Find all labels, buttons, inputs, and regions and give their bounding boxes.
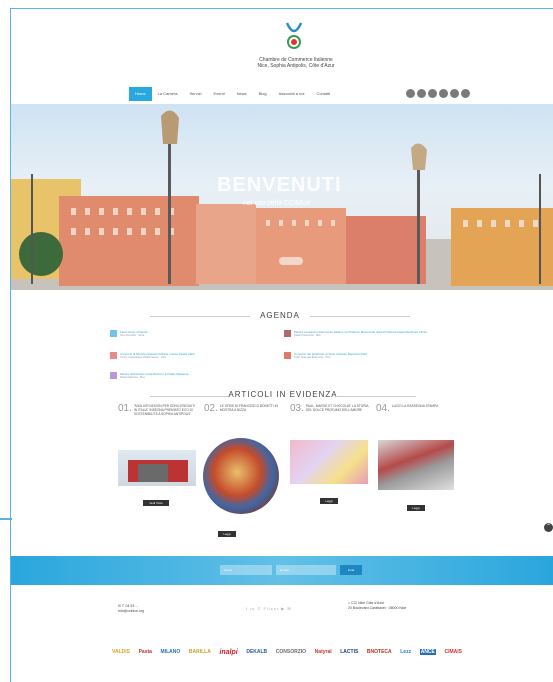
agenda-item[interactable]: Concerto di Musica Classica Italiana pre…	[110, 352, 260, 360]
article-card[interactable]: 04. LUCIO LA RASSEGNA STAMPA	[376, 404, 456, 414]
header-social	[406, 89, 470, 98]
newsletter-name-input[interactable]: Nome	[220, 565, 272, 575]
agenda-title: AGENDA	[260, 311, 300, 320]
articles-rule-left	[150, 396, 230, 397]
agenda-rule-left	[150, 316, 250, 317]
main-nav: Home La Camera Servizi Eventi News Blog …	[129, 87, 369, 101]
agenda-item[interactable]: Mostra Leopardi il Patrimonio Italiano n…	[284, 330, 434, 338]
agenda-rule-right	[310, 316, 410, 317]
agenda-item-meta: Centre Universitaire Méditerranéen · Nic…	[120, 356, 167, 359]
read-more-button[interactable]: Leggi	[407, 505, 425, 511]
footer-phone: T. 04 93 ...	[121, 604, 139, 608]
sponsor-logo[interactable]: Natyral	[315, 649, 332, 655]
agenda-item[interactable]: Fiera Verso il Mondo Nice Acropolis · Niz…	[110, 330, 260, 338]
article-card[interactable]: 02. LE SFIDE DI FRANCESCO BONETTI IN MOS…	[204, 404, 284, 414]
scroll-top-icon[interactable]: ⌃	[544, 523, 553, 532]
agenda-item-meta: CUM, Quai des États-Unis · Nice	[294, 356, 331, 359]
article-number: 03.	[290, 403, 304, 414]
agenda-item-meta: Palais Masséna · Nice	[120, 376, 145, 379]
agenda-item[interactable]: Concerto del Quartetto di Cielo di Reste…	[284, 352, 434, 360]
sponsor-logo[interactable]: DEKALB	[246, 649, 267, 655]
sponsor-logo[interactable]: MILANO	[161, 649, 181, 655]
footer-contact: ✉ T. 04 93 ... info@ccinice.org	[118, 604, 144, 614]
site-header: Chambre de Commerce Italienne Nice, Soph…	[11, 9, 553, 110]
calendar-icon	[110, 330, 117, 337]
sponsor-logo[interactable]: CIMAIS	[444, 649, 462, 655]
article-number: 01.	[118, 403, 132, 414]
view-all-button[interactable]: Vedi Tutto	[143, 500, 169, 506]
sponsor-logo[interactable]: LACTIS	[340, 649, 358, 655]
article-card[interactable]: 01. "MIGLIOR DESIGN PER SONO ESEGUITI IN…	[118, 403, 198, 417]
calendar-icon	[110, 352, 117, 359]
hero-slider: BENVENUTI nel sito della CCIMice	[11, 104, 553, 290]
nav-blog[interactable]: Blog	[253, 87, 273, 101]
facebook-icon[interactable]	[406, 89, 415, 98]
footer-social-links[interactable]: f in © Flickr ▶ ✉	[246, 606, 292, 611]
footer-address-title: CCI Nice Côte d'Azur	[351, 601, 385, 605]
chamber-logo-icon[interactable]	[281, 21, 307, 53]
linkedin-icon[interactable]	[428, 89, 437, 98]
newsletter-submit-button[interactable]: Invia	[340, 565, 362, 575]
brand-name: Chambre de Commerce Italienne Nice, Soph…	[241, 57, 351, 69]
sponsor-logo[interactable]: Pasta	[139, 649, 152, 655]
googleplus-icon[interactable]	[439, 89, 448, 98]
article-image[interactable]	[203, 438, 279, 514]
sponsor-logo[interactable]: Lezz	[400, 649, 411, 655]
nav-contatti[interactable]: Contatti	[310, 87, 336, 101]
articles-title: ARTICOLI IN EVIDENZA	[228, 390, 338, 399]
article-number: 04.	[376, 403, 390, 414]
sponsor-logo[interactable]: CONSORZIO	[276, 649, 306, 655]
read-more-button[interactable]: Leggi	[218, 531, 236, 537]
articles-rule-right	[336, 396, 416, 397]
nav-la-camera[interactable]: La Camera	[152, 87, 184, 101]
sponsor-logo[interactable]: BARILLA	[189, 649, 211, 655]
article-number: 02.	[204, 403, 218, 414]
calendar-icon	[284, 352, 291, 359]
nav-eventi[interactable]: Eventi	[207, 87, 230, 101]
sponsor-logo[interactable]: ANCE	[419, 649, 436, 655]
read-more-button[interactable]: Leggi	[320, 498, 338, 504]
youtube-icon[interactable]	[450, 89, 459, 98]
nav-servizi[interactable]: Servizi	[183, 87, 207, 101]
agenda-item-meta: Palais Préfectoral · Nice	[294, 334, 321, 337]
article-card[interactable]: 03. PAUL, MARGE ET CHOCOLAT: LA STORIA D…	[290, 404, 370, 414]
agenda-item-meta: Nice Acropolis · Nizza	[120, 334, 145, 337]
rss-icon[interactable]	[461, 89, 470, 98]
nav-home[interactable]: Home	[129, 87, 152, 101]
sponsor-logo[interactable]: inalpi	[219, 649, 237, 656]
newsletter-email-input[interactable]: E-mail	[276, 565, 336, 575]
agenda-item[interactable]: Mostra dell'Artista Costa Roberto a Pala…	[110, 372, 260, 380]
twitter-icon[interactable]	[417, 89, 426, 98]
footer-address-line: 20 Boulevard Carabacel · 06000 Nice	[348, 606, 407, 610]
slider-controls[interactable]	[279, 257, 303, 265]
calendar-icon	[110, 372, 117, 379]
frame-tick	[0, 518, 12, 520]
footer-email[interactable]: info@ccinice.org	[118, 609, 144, 614]
nav-associati[interactable]: Associati a noi	[273, 87, 311, 101]
hero-title: BENVENUTI	[217, 174, 342, 196]
sponsor-logos: VALDIS Pasta MILANO BARILLA inalpi DEKAL…	[112, 643, 462, 661]
sponsor-logo[interactable]: BNOTECA	[367, 649, 392, 655]
footer-address: ⌂ CCI Nice Côte d'Azur 20 Boulevard Cara…	[348, 601, 406, 611]
brand-line-2: Nice, Sophia Antipolis, Côte d'Azur	[257, 63, 335, 69]
calendar-icon	[284, 330, 291, 337]
newsletter-bar: Nome E-mail Invia	[11, 556, 553, 585]
article-image[interactable]	[118, 450, 196, 486]
article-image[interactable]	[290, 440, 368, 484]
article-image[interactable]	[378, 440, 454, 490]
nav-news[interactable]: News	[231, 87, 253, 101]
sponsor-logo[interactable]: VALDIS	[112, 649, 130, 655]
hero-subtitle: nel sito della CCIMice	[243, 200, 311, 207]
